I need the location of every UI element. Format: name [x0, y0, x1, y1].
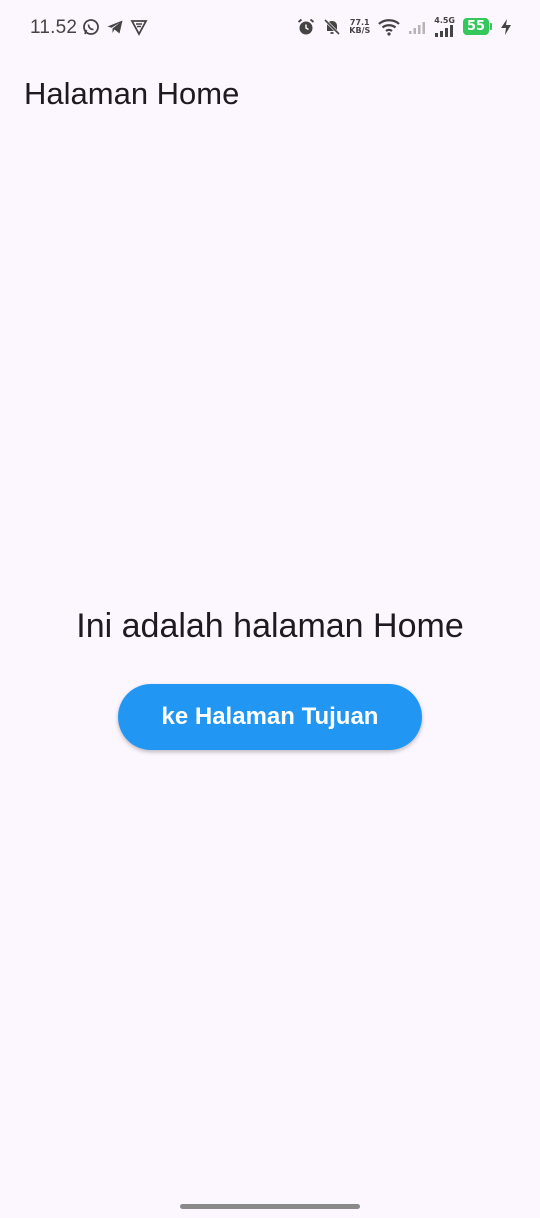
battery-level: 55: [463, 18, 489, 35]
home-message: Ini adalah halaman Home: [76, 607, 464, 645]
vpn-shield-icon: [130, 18, 148, 36]
go-to-destination-button[interactable]: ke Halaman Tujuan: [118, 684, 422, 750]
whatsapp-icon: [82, 18, 100, 36]
net-speed-unit: KB/S: [349, 25, 371, 35]
alarm-icon: [297, 18, 315, 36]
app-bar: Halaman Home: [0, 58, 540, 132]
status-right-icons: 77.1 KB/S 4.5G 55: [297, 16, 512, 37]
network-type: 4.5G: [434, 16, 455, 25]
main-content: Ini adalah halaman Home ke Halaman Tujua…: [0, 600, 540, 750]
status-left-icons: [82, 18, 148, 36]
bell-off-icon: [323, 18, 341, 36]
status-time: 11.52: [30, 17, 78, 38]
battery-icon: 55: [463, 18, 492, 35]
cell-4g-signal-icon: 4.5G: [434, 16, 455, 37]
status-bar: 11.52 77.1 KB/S 4.5G 55: [0, 0, 540, 58]
telegram-icon: [106, 18, 124, 36]
home-indicator[interactable]: [180, 1204, 360, 1209]
page-title: Halaman Home: [24, 76, 240, 111]
battery-tip: [490, 23, 492, 30]
signal-weak-icon: [408, 19, 426, 35]
net-speed: 77.1 KB/S: [349, 18, 371, 35]
charging-bolt-icon: [500, 18, 512, 36]
wifi-icon: [378, 18, 401, 36]
